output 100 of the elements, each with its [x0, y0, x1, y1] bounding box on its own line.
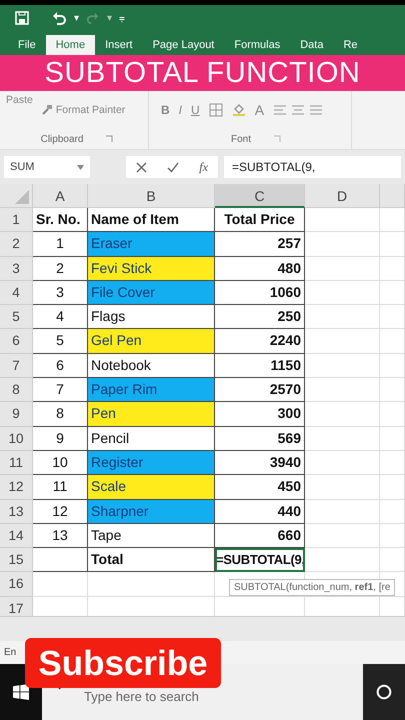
- table-cell: 1060: [215, 280, 305, 306]
- table-cell: 9: [33, 426, 88, 451]
- row-header[interactable]: 6: [0, 329, 33, 354]
- caret-icon: [77, 164, 84, 170]
- table-cell: 1150: [215, 354, 305, 378]
- table-cell: Pen: [88, 402, 215, 427]
- column-header[interactable]: A: [33, 184, 88, 208]
- row-header[interactable]: 14: [0, 524, 33, 548]
- table-cell: 2240: [215, 329, 305, 354]
- ribbon-tab[interactable]: Page Layout: [142, 35, 224, 55]
- group-label: Font: [230, 134, 251, 144]
- active-cell[interactable]: =SUBTOTAL(9,: [215, 548, 305, 572]
- table-cell: Sr. No.: [33, 208, 88, 232]
- row-header[interactable]: 12: [0, 475, 33, 500]
- empty-cell: [380, 500, 405, 524]
- empty-cell: [380, 232, 405, 257]
- windows-icon[interactable]: [13, 684, 29, 700]
- formula-field[interactable]: =SUBTOTAL(9,: [224, 156, 401, 178]
- title-banner: SUBTOTAL FUNCTION: [0, 55, 405, 91]
- table-cell: Gel Pen: [88, 329, 215, 354]
- status-text: En: [4, 647, 16, 658]
- corner-cell[interactable]: [0, 184, 33, 208]
- align-icon[interactable]: [273, 104, 324, 116]
- row-header[interactable]: 13: [0, 500, 33, 524]
- row-header[interactable]: 10: [0, 426, 33, 451]
- select-all-icon[interactable]: [15, 190, 29, 204]
- table-cell: 250: [215, 305, 305, 330]
- function-tooltip: SUBTOTAL(function_num, ref1, [re: [229, 579, 396, 596]
- table-cell: Paper Rim: [88, 378, 215, 402]
- table-cell: Register: [88, 450, 215, 476]
- empty-cell: [380, 208, 405, 232]
- empty-cell: [380, 305, 405, 330]
- name-box[interactable]: SUM: [4, 156, 90, 178]
- table-cell: 480: [215, 256, 305, 281]
- group-label: Clipboard: [40, 134, 84, 144]
- fill-bucket-icon[interactable]: [232, 103, 246, 117]
- redo-icon[interactable]: [86, 11, 100, 25]
- empty-cell: [380, 329, 405, 354]
- brush-icon: [40, 104, 53, 116]
- ribbon-tab[interactable]: Re: [333, 35, 368, 55]
- row-header[interactable]: 8: [0, 378, 33, 402]
- table-cell: 2570: [215, 378, 305, 402]
- row-header[interactable]: 3: [0, 256, 33, 281]
- close-icon[interactable]: [136, 162, 148, 172]
- launcher-icon[interactable]: [273, 135, 281, 143]
- row-header[interactable]: 11: [0, 450, 33, 476]
- ribbon-tab[interactable]: Formulas: [224, 35, 290, 55]
- table-cell: 450: [215, 475, 305, 500]
- launcher-icon[interactable]: [105, 135, 114, 143]
- table-cell: 3940: [215, 450, 305, 476]
- ribbon-tab[interactable]: File: [8, 35, 46, 55]
- table-cell: Tape: [88, 524, 215, 548]
- empty-cell: [380, 524, 405, 548]
- column-header[interactable]: B: [88, 184, 215, 208]
- table-cell: 440: [215, 500, 305, 524]
- table-cell: 6: [33, 354, 88, 378]
- table-cell: 300: [215, 402, 305, 427]
- row-header[interactable]: 9: [0, 402, 33, 427]
- column-header[interactable]: [380, 184, 405, 208]
- table-cell: 660: [215, 524, 305, 548]
- table-cell: File Cover: [88, 280, 215, 306]
- row-header[interactable]: 17: [0, 596, 33, 616]
- empty-cell: [380, 548, 405, 572]
- row-header[interactable]: 5: [0, 305, 33, 330]
- row-header[interactable]: 15: [0, 548, 33, 572]
- customize-toolbar-button[interactable]: ⩦: [119, 12, 125, 24]
- column-header[interactable]: C: [215, 184, 305, 208]
- table-cell: Eraser: [88, 232, 215, 257]
- undo-dropdown[interactable]: ▾: [74, 12, 79, 24]
- row-header[interactable]: 2: [0, 232, 33, 257]
- column-header[interactable]: D: [305, 184, 380, 208]
- ribbon-tab[interactable]: Home: [46, 35, 96, 55]
- row-header[interactable]: 1: [0, 208, 33, 232]
- table-cell: Fevi Stick: [88, 256, 215, 281]
- table-cell: 13: [33, 524, 88, 548]
- table-cell: Sharpner: [88, 500, 215, 524]
- insert-function-button[interactable]: fx: [199, 160, 208, 174]
- table-cell: 569: [215, 426, 305, 451]
- table-cell: Scale: [88, 475, 215, 500]
- circle-icon[interactable]: [376, 684, 392, 700]
- empty-cell: [380, 402, 405, 427]
- row-header[interactable]: 16: [0, 572, 33, 597]
- empty-cell: [380, 378, 405, 402]
- undo-icon[interactable]: [51, 10, 67, 26]
- table-cell: 4: [33, 305, 88, 330]
- ribbon-tab[interactable]: Data: [290, 35, 334, 55]
- empty-cell: [380, 450, 405, 476]
- ribbon-tab[interactable]: Insert: [95, 35, 143, 55]
- table-cell: 257: [215, 232, 305, 257]
- empty-cell: [380, 475, 405, 500]
- table-cell: Total: [88, 548, 215, 572]
- row-header[interactable]: 7: [0, 354, 33, 378]
- empty-cell: [380, 426, 405, 451]
- row-header[interactable]: 4: [0, 280, 33, 306]
- save-icon[interactable]: [14, 10, 30, 26]
- table-cell: Total Price: [215, 208, 305, 232]
- borders-icon[interactable]: [208, 103, 223, 117]
- checkmark-icon[interactable]: [167, 162, 180, 172]
- empty-cell: [380, 256, 405, 281]
- subscribe-overlay[interactable]: Subscribe: [25, 638, 221, 688]
